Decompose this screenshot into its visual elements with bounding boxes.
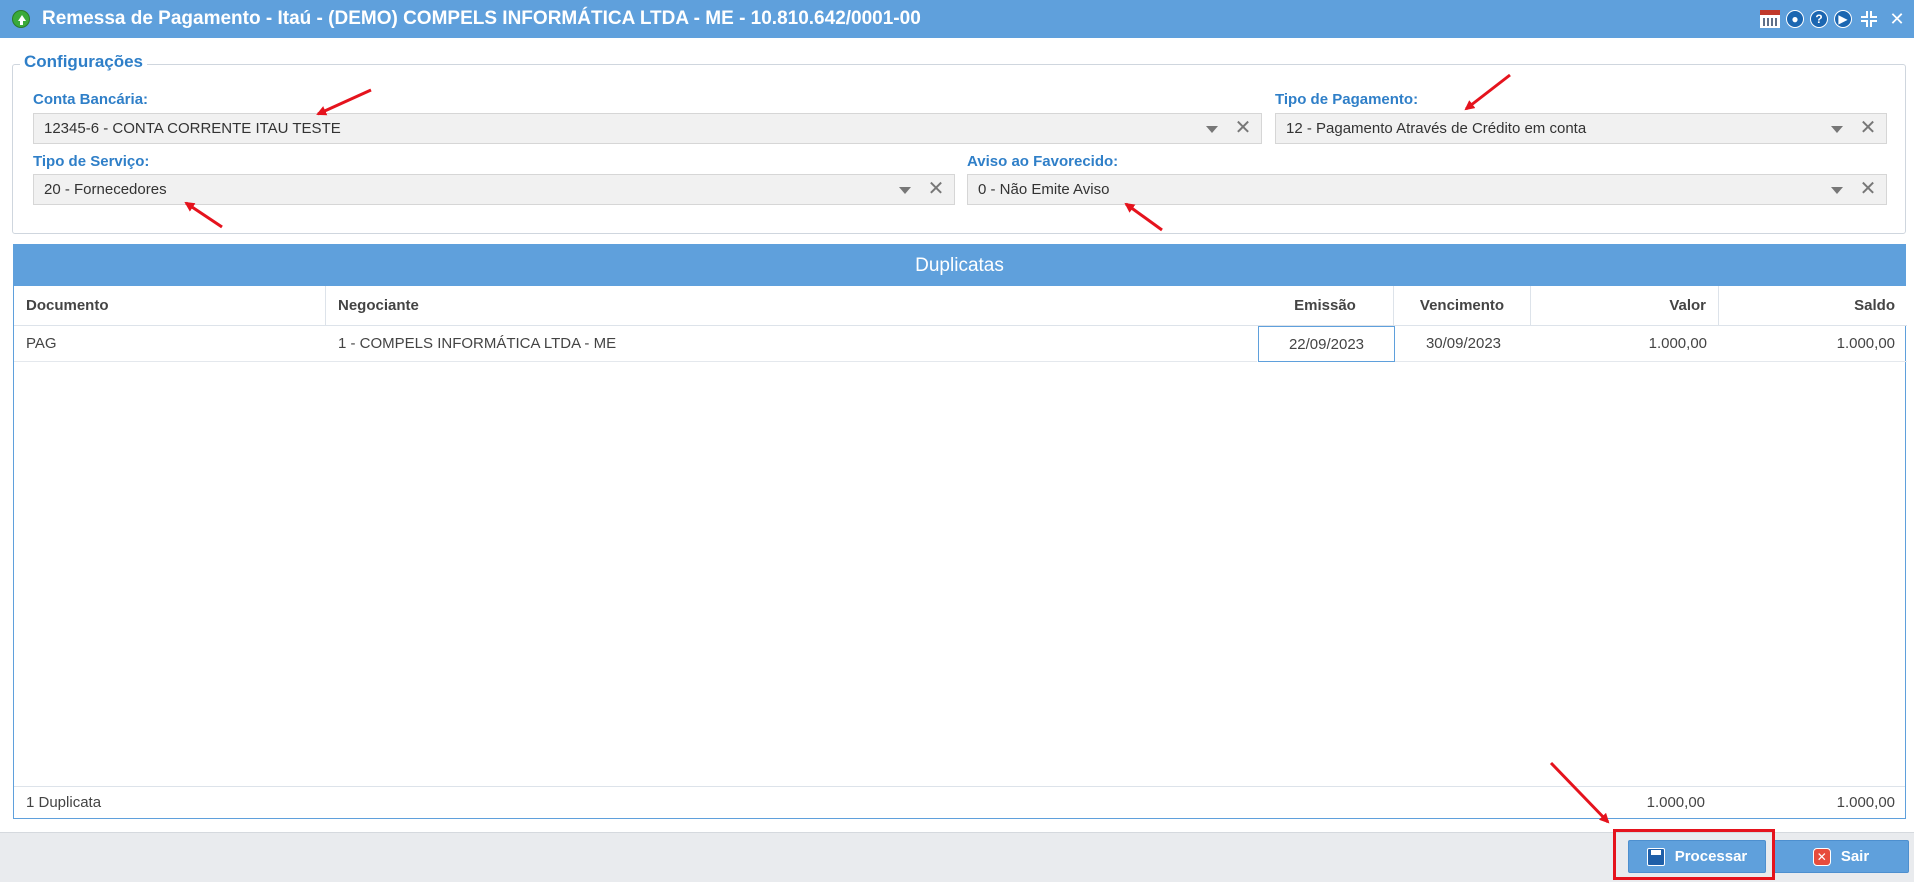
footer-count: 1 Duplicata	[26, 794, 102, 811]
column-header-saldo[interactable]: Saldo	[1719, 286, 1907, 326]
help-icon[interactable]: ?	[1810, 10, 1828, 28]
chevron-down-icon[interactable]	[1831, 126, 1843, 133]
chat-icon[interactable]: ●	[1786, 10, 1804, 28]
calendar-icon[interactable]	[1760, 10, 1780, 28]
play-icon[interactable]: ▶	[1834, 10, 1852, 28]
shrink-icon[interactable]	[1858, 8, 1880, 30]
chevron-down-icon[interactable]	[899, 187, 911, 194]
cell-documento[interactable]: PAG	[14, 326, 326, 362]
tipo-pagamento-value: 12 - Pagamento Através de Crédito em con…	[1286, 120, 1587, 137]
clear-icon[interactable]: ✕	[926, 178, 946, 200]
column-header-valor[interactable]: Valor	[1531, 286, 1719, 326]
aviso-favorecido-select[interactable]: 0 - Não Emite Aviso ✕	[967, 174, 1887, 205]
window-title: Remessa de Pagamento - Itaú - (DEMO) COM…	[42, 8, 921, 29]
tipo-servico-select[interactable]: 20 - Fornecedores ✕	[33, 174, 955, 205]
column-header-negociante[interactable]: Negociante	[326, 286, 1270, 326]
cell-valor[interactable]: 1.000,00	[1532, 326, 1719, 362]
aviso-favorecido-label: Aviso ao Favorecido:	[967, 153, 1119, 170]
cell-vencimento[interactable]: 30/09/2023	[1395, 326, 1532, 362]
grid-footer: 1 Duplicata 1.000,00 1.000,00	[14, 786, 1905, 819]
config-legend: Configurações	[20, 52, 148, 72]
grid-title: Duplicatas	[14, 245, 1905, 286]
cell-saldo[interactable]: 1.000,00	[1719, 326, 1907, 362]
cell-emissao[interactable]: 22/09/2023	[1258, 326, 1395, 362]
sair-label: Sair	[1840, 848, 1870, 865]
footer-saldo-total: 1.000,00	[1836, 794, 1895, 811]
exit-icon: ✕	[1812, 847, 1831, 866]
tipo-servico-label: Tipo de Serviço:	[33, 153, 150, 170]
column-header-vencimento[interactable]: Vencimento	[1394, 286, 1531, 326]
window-app-icon	[12, 10, 30, 28]
cell-negociante[interactable]: 1 - COMPELS INFORMÁTICA LTDA - ME	[326, 326, 1257, 362]
conta-bancaria-value: 12345-6 - CONTA CORRENTE ITAU TESTE	[44, 120, 341, 137]
chevron-down-icon[interactable]	[1831, 187, 1843, 194]
app-window: Remessa de Pagamento - Itaú - (DEMO) COM…	[0, 0, 1914, 882]
annotation-highlight-box	[1613, 829, 1775, 880]
chevron-down-icon[interactable]	[1206, 126, 1218, 133]
tipo-servico-value: 20 - Fornecedores	[44, 181, 167, 198]
column-header-emissao[interactable]: Emissão	[1257, 286, 1394, 326]
conta-bancaria-label: Conta Bancária:	[33, 91, 149, 108]
sair-button[interactable]: ✕ Sair	[1773, 840, 1909, 873]
aviso-favorecido-value: 0 - Não Emite Aviso	[978, 181, 1110, 198]
title-bar: Remessa de Pagamento - Itaú - (DEMO) COM…	[0, 0, 1914, 38]
tipo-pagamento-label: Tipo de Pagamento:	[1275, 91, 1419, 108]
clear-icon[interactable]: ✕	[1858, 117, 1878, 139]
clear-icon[interactable]: ✕	[1858, 178, 1878, 200]
column-header-documento[interactable]: Documento	[14, 286, 326, 326]
clear-icon[interactable]: ✕	[1233, 117, 1253, 139]
config-fieldset	[12, 64, 1906, 234]
close-icon[interactable]: ✕	[1886, 8, 1908, 30]
duplicatas-grid: Duplicatas Documento Negociante Emissão …	[13, 244, 1907, 819]
tipo-pagamento-select[interactable]: 12 - Pagamento Através de Crédito em con…	[1275, 113, 1887, 144]
window-tools: ● ? ▶ ✕	[1760, 8, 1908, 30]
footer-valor-total: 1.000,00	[1646, 794, 1705, 811]
conta-bancaria-select[interactable]: 12345-6 - CONTA CORRENTE ITAU TESTE ✕	[33, 113, 1262, 144]
